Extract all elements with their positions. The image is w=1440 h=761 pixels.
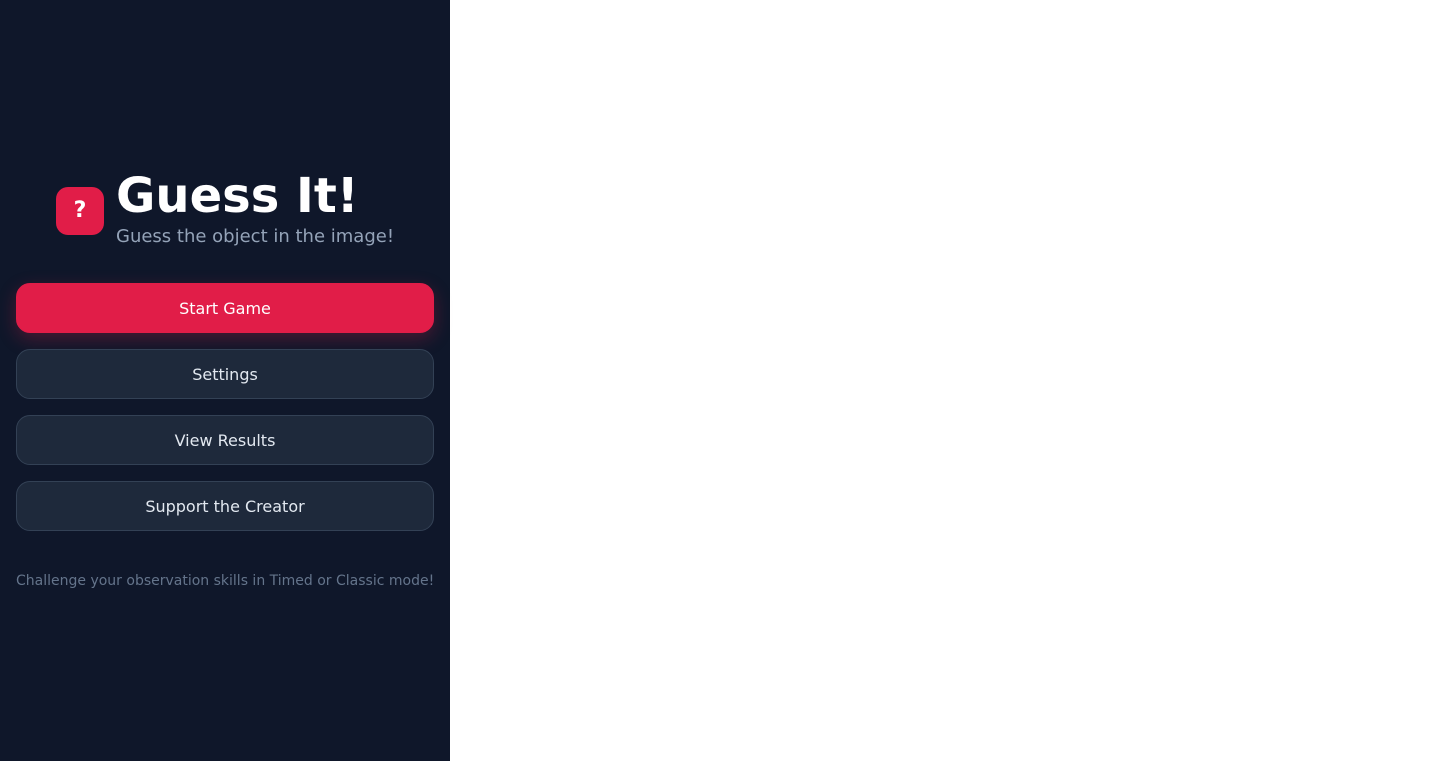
mode-tagline: Challenge your observation skills in Tim…: [16, 573, 435, 589]
game-title: Guess It!: [116, 168, 359, 224]
brand-text: Guess It! Guess the object in the image!: [116, 172, 394, 248]
game-subtitle: Guess the object in the image!: [116, 226, 395, 247]
app-window: ? Guess It! Guess the object in the imag…: [0, 0, 1440, 761]
question-mark-icon: ?: [56, 187, 104, 235]
main-menu: Start Game Settings View Results Support…: [16, 283, 434, 547]
start-game-button[interactable]: Start Game: [16, 283, 434, 333]
support-creator-button[interactable]: Support the Creator: [16, 481, 434, 531]
brand-header: ? Guess It! Guess the object in the imag…: [56, 172, 394, 248]
settings-button[interactable]: Settings: [16, 349, 434, 399]
logo-glyph: ?: [73, 198, 87, 223]
sidebar-panel: ? Guess It! Guess the object in the imag…: [0, 0, 450, 761]
view-results-button[interactable]: View Results: [16, 415, 434, 465]
game-canvas-area: [450, 0, 1440, 761]
